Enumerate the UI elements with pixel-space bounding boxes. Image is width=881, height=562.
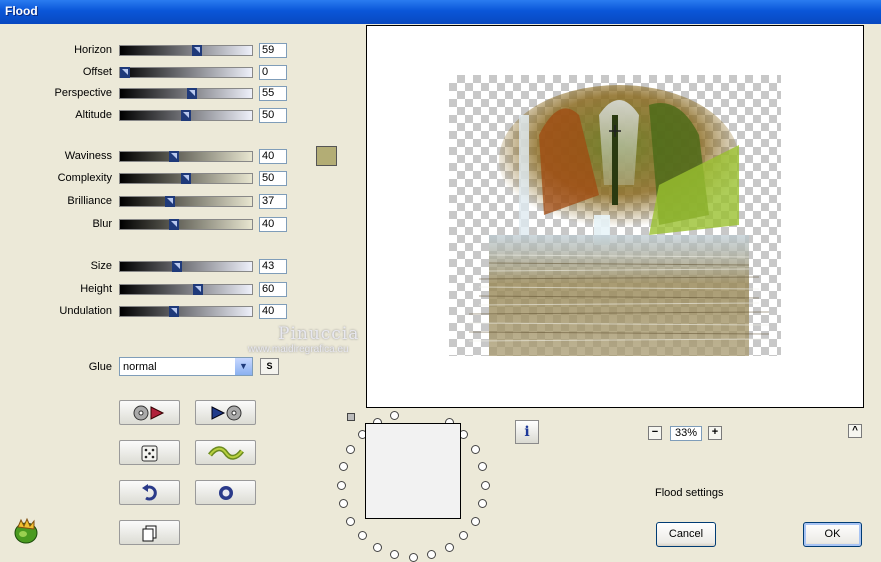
navigator-ring-dot[interactable] — [427, 550, 437, 560]
perspective-slider-thumb[interactable] — [187, 88, 197, 99]
navigator-ring-dot[interactable] — [444, 542, 454, 552]
horizon-label: Horizon — [74, 44, 112, 56]
glue-select[interactable]: normal ▼ — [119, 357, 253, 376]
size-slider-thumb[interactable] — [172, 261, 182, 272]
height-label: Height — [80, 283, 112, 295]
altitude-value-field[interactable]: 50 — [259, 108, 287, 123]
perspective-label: Perspective — [54, 87, 112, 99]
copy-icon — [142, 525, 156, 541]
navigator-ring-dot[interactable] — [478, 499, 488, 509]
navigator-ring-dot[interactable] — [372, 542, 382, 552]
title-bar: Flood — [0, 0, 881, 24]
chevron-down-icon[interactable]: ▼ — [235, 358, 252, 375]
blur-label: Blur — [92, 218, 112, 230]
save-preset-icon — [211, 405, 241, 420]
waviness-label: Waviness — [64, 150, 112, 162]
perspective-value-field[interactable]: 55 — [259, 86, 287, 101]
waviness-slider[interactable] — [119, 151, 253, 162]
navigator-ring-dot[interactable] — [346, 516, 356, 526]
navigator-handle[interactable] — [347, 413, 355, 421]
size-label: Size — [90, 260, 112, 272]
altitude-slider[interactable] — [119, 110, 253, 121]
reset-icon — [218, 485, 233, 500]
size-value-field[interactable]: 43 — [259, 259, 287, 274]
load-preset-icon — [133, 405, 164, 420]
brilliance-slider[interactable] — [119, 196, 253, 207]
scroll-up-button[interactable]: ^ — [848, 424, 862, 438]
navigator-preview[interactable] — [365, 423, 461, 519]
complexity-label: Complexity — [57, 172, 112, 184]
horizon-slider-thumb[interactable] — [192, 45, 202, 56]
randomize-button[interactable] — [119, 440, 180, 465]
brilliance-label: Brilliance — [67, 195, 112, 207]
window-title: Flood — [5, 4, 38, 18]
blur-slider-thumb[interactable] — [169, 219, 179, 230]
offset-slider-thumb[interactable] — [120, 67, 130, 78]
height-slider[interactable] — [119, 284, 253, 295]
brilliance-value-field[interactable]: 37 — [259, 194, 287, 209]
glue-label: Glue — [88, 361, 112, 373]
height-value-field[interactable]: 60 — [259, 282, 287, 297]
offset-label: Offset — [82, 66, 112, 78]
glue-select-value: normal — [123, 361, 157, 373]
perspective-slider[interactable] — [119, 88, 253, 99]
zoom-out-button[interactable]: − — [648, 426, 662, 440]
navigator-ring-dot[interactable] — [478, 461, 488, 471]
navigator-ring-dot[interactable] — [338, 461, 348, 471]
navigator-ring-dot[interactable] — [389, 550, 399, 560]
info-icon: i — [524, 424, 530, 440]
save-preset-button[interactable] — [195, 400, 256, 425]
horizon-slider[interactable] — [119, 45, 253, 56]
undulation-value-field[interactable]: 40 — [259, 304, 287, 319]
watermark-url: www.maidiregrafica.eu — [248, 344, 349, 355]
size-slider[interactable] — [119, 261, 253, 272]
brilliance-slider-thumb[interactable] — [165, 196, 175, 207]
navigator-ring-dot[interactable] — [357, 531, 367, 541]
wave-icon — [207, 445, 244, 460]
blur-slider[interactable] — [119, 219, 253, 230]
height-slider-thumb[interactable] — [193, 284, 203, 295]
offset-slider[interactable] — [119, 67, 253, 78]
altitude-label: Altitude — [75, 109, 112, 121]
copy-button[interactable] — [119, 520, 180, 545]
complexity-slider-thumb[interactable] — [181, 173, 191, 184]
undo-button[interactable] — [119, 480, 180, 505]
navigator-ring-dot[interactable] — [459, 531, 469, 541]
glue-s-button[interactable]: S — [260, 358, 279, 375]
navigator-ring-dot[interactable] — [338, 499, 348, 509]
cancel-button[interactable]: Cancel — [656, 522, 716, 547]
wave-button[interactable] — [195, 440, 256, 465]
navigator-ring-dot[interactable] — [408, 552, 418, 562]
navigator-ring-dot[interactable] — [346, 444, 356, 454]
zoom-in-button[interactable]: + — [708, 426, 722, 440]
complexity-value-field[interactable]: 50 — [259, 171, 287, 186]
undulation-label: Undulation — [59, 305, 112, 317]
app-logo-icon — [14, 517, 38, 544]
status-text: Flood settings — [655, 487, 724, 499]
undulation-slider-thumb[interactable] — [169, 306, 179, 317]
zoom-level: 33% — [670, 426, 702, 441]
ok-button[interactable]: OK — [803, 522, 862, 547]
waviness-slider-thumb[interactable] — [169, 151, 179, 162]
navigator-ring-dot[interactable] — [470, 516, 480, 526]
randomize-dice-icon — [141, 445, 157, 461]
navigator-ring-dot[interactable] — [389, 410, 399, 420]
info-button[interactable]: i — [515, 420, 539, 444]
altitude-slider-thumb[interactable] — [181, 110, 191, 121]
watermark-title: Pinuccia — [278, 324, 360, 344]
undo-icon — [141, 483, 157, 500]
flood-color-swatch[interactable] — [316, 146, 337, 166]
horizon-value-field[interactable]: 59 — [259, 43, 287, 58]
blur-value-field[interactable]: 40 — [259, 217, 287, 232]
waviness-value-field[interactable]: 40 — [259, 149, 287, 164]
preview-image — [468, 85, 770, 356]
complexity-slider[interactable] — [119, 173, 253, 184]
navigator-ring-dot[interactable] — [480, 480, 490, 490]
undulation-slider[interactable] — [119, 306, 253, 317]
navigator-ring-dot[interactable] — [470, 444, 480, 454]
load-preset-button[interactable] — [119, 400, 180, 425]
reset-button[interactable] — [195, 480, 256, 505]
navigator-ring-dot[interactable] — [336, 480, 346, 490]
offset-value-field[interactable]: 0 — [259, 65, 287, 80]
